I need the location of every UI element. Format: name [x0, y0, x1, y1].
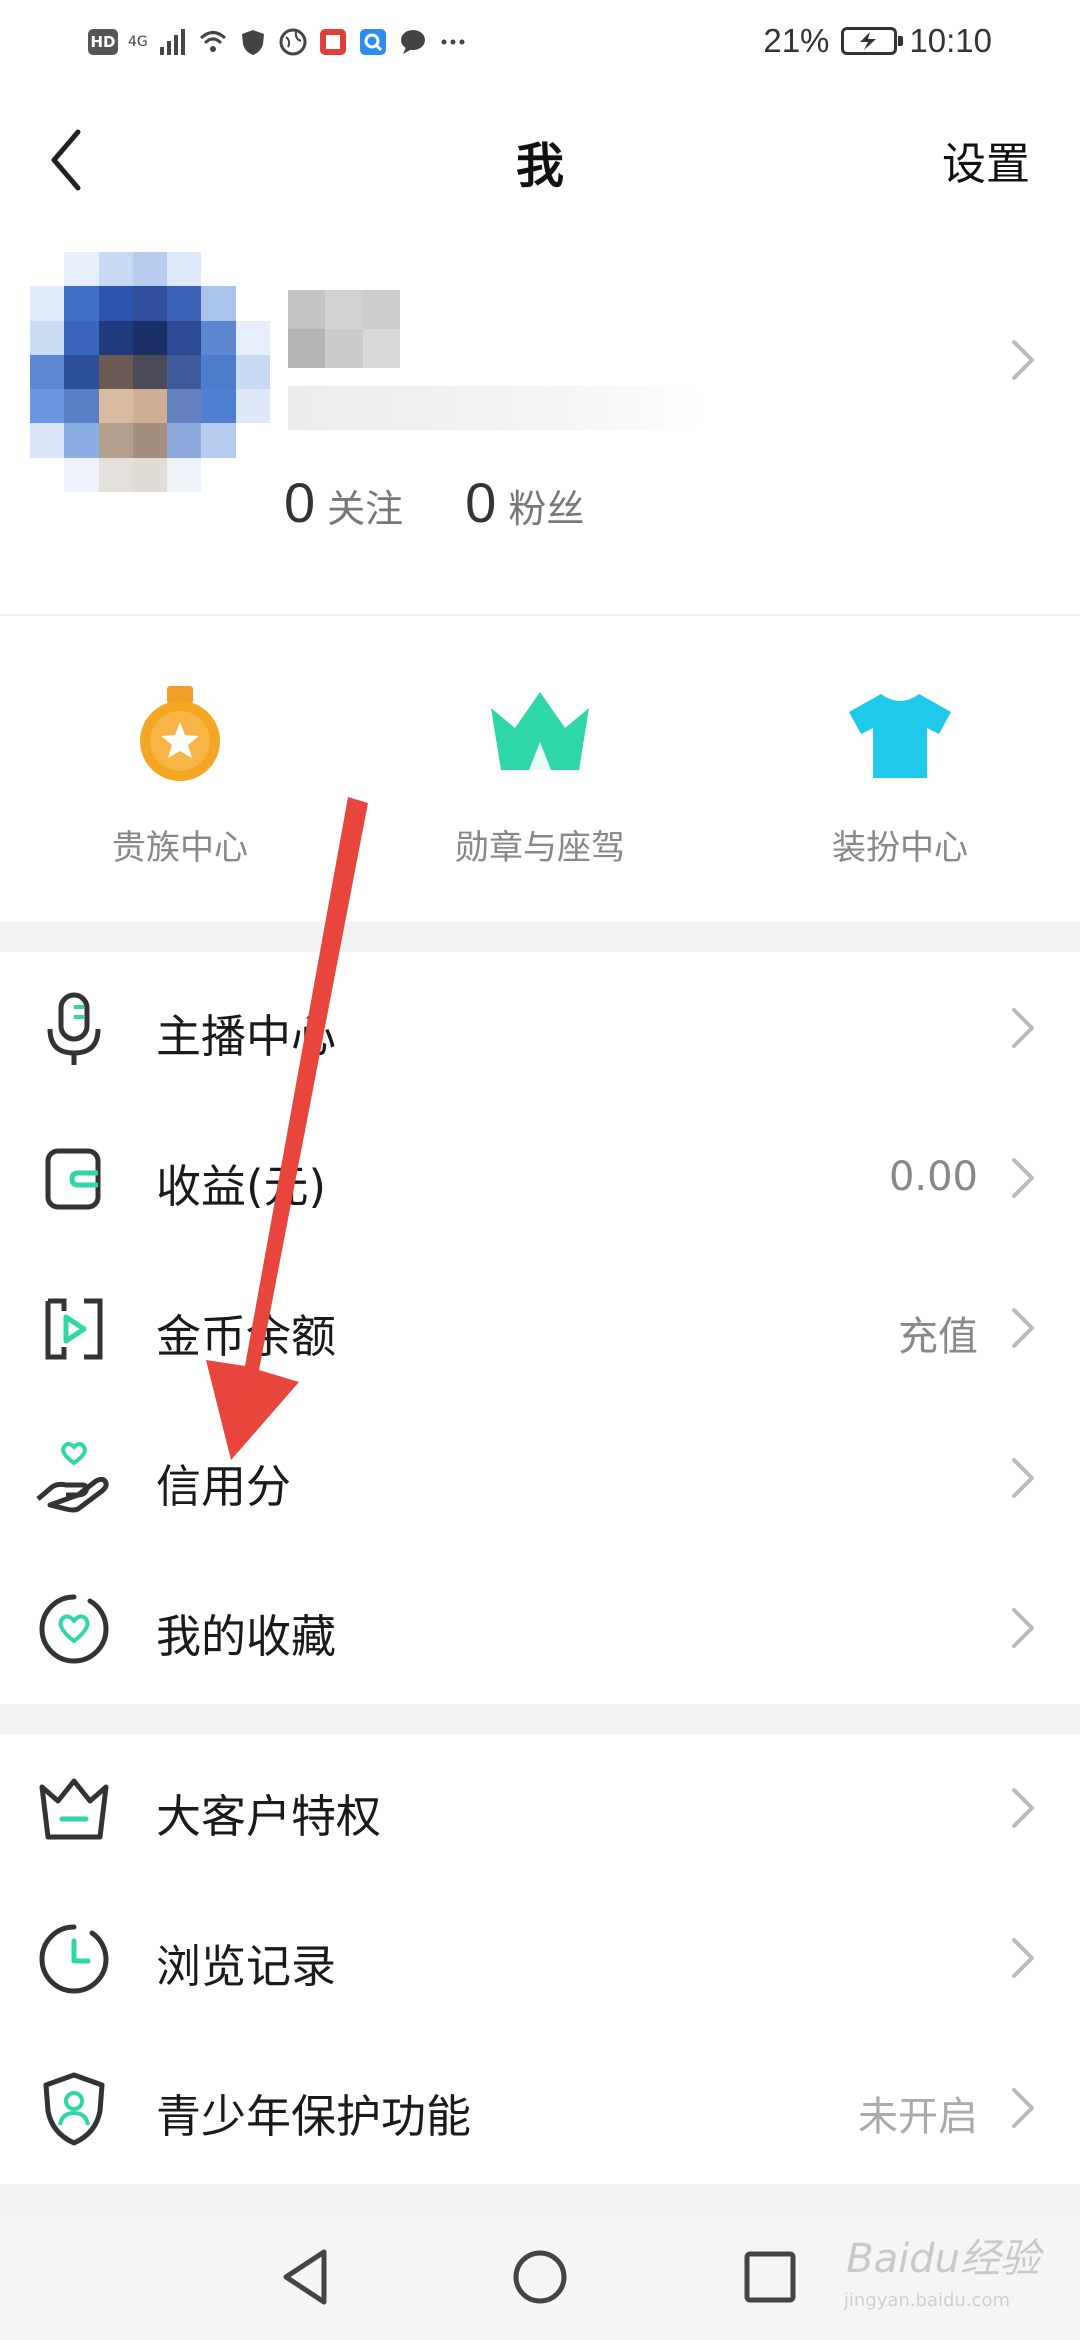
chevron-right-icon [1010, 1456, 1036, 1504]
menu-item-streamer-center[interactable]: 主播中心 [0, 954, 1080, 1104]
chevron-right-icon [1010, 1306, 1036, 1354]
profile-card[interactable]: 0 关注 0 粉丝 [0, 234, 1080, 614]
nav-home-icon[interactable] [505, 2242, 575, 2312]
quick-access-grid: 贵族中心 勋章与座驾 装扮中心 [0, 616, 1080, 922]
clock-icon [39, 1924, 109, 1994]
youth-protection-status: 未开启 [858, 2094, 978, 2140]
chevron-right-icon [1010, 1006, 1036, 1054]
quick-label: 贵族中心 [112, 828, 248, 868]
menu-item-vip-privileges[interactable]: 大客户特权 [0, 1734, 1080, 1884]
chevron-right-icon [1010, 1606, 1036, 1654]
menu-label: 我的收藏 [156, 1610, 337, 1663]
avatar[interactable] [30, 252, 270, 492]
signal-icon [159, 29, 185, 55]
following-stat[interactable]: 0 关注 [284, 470, 403, 535]
menu-label: 信用分 [156, 1460, 292, 1513]
quick-item-badges-rides[interactable]: 勋章与座驾 [390, 686, 690, 869]
wallet-icon [45, 1148, 101, 1210]
chevron-right-icon [1010, 2086, 1036, 2134]
quick-label: 勋章与座驾 [455, 828, 625, 868]
nav-back-icon[interactable] [272, 2242, 342, 2312]
vip-crown-icon [39, 1778, 109, 1840]
chevron-right-icon [1010, 338, 1036, 386]
section-separator [0, 922, 1080, 952]
hand-heart-icon [36, 1442, 109, 1513]
coin-balance-icon [45, 1298, 103, 1360]
chevron-right-icon [1010, 1936, 1036, 1984]
watermark-url: jingyan.baidu.com [843, 2290, 1010, 2311]
battery-percent: 21% [763, 22, 830, 59]
header: 我 设置 [0, 84, 1080, 234]
followers-stat[interactable]: 0 粉丝 [465, 470, 584, 535]
chat-bubble-icon [400, 30, 425, 54]
menu-item-my-favorites[interactable]: 我的收藏 [0, 1554, 1080, 1704]
menu-label: 收益(元) [156, 1160, 327, 1213]
menu-item-youth-protection[interactable]: 青少年保护功能 未开启 [0, 2034, 1080, 2184]
username-blurred [288, 290, 400, 368]
status-icons: HD 4G [88, 20, 468, 64]
quick-label: 装扮中心 [832, 828, 968, 868]
microphone-icon [47, 992, 101, 1065]
section-separator [0, 2184, 1080, 2214]
menu-item-earnings[interactable]: 收益(元) 0.00 [0, 1104, 1080, 1254]
menu-item-browsing-history[interactable]: 浏览记录 [0, 1884, 1080, 2034]
quick-item-noble-center[interactable]: 贵族中心 [30, 686, 330, 869]
globe-icon [279, 28, 307, 56]
menu-label: 主播中心 [156, 1010, 337, 1063]
tshirt-icon [849, 694, 951, 778]
clock-time: 10:10 [909, 22, 992, 59]
menu-label: 青少年保护功能 [156, 2090, 472, 2143]
shield-user-icon [43, 2072, 105, 2146]
more-dots-icon [441, 39, 465, 45]
shield-status-icon [241, 30, 264, 55]
wifi-icon [199, 31, 226, 52]
baidu-watermark: Baidu经验 [846, 2236, 1040, 2282]
menu-item-credit-score[interactable]: 信用分 [0, 1404, 1080, 1554]
menu-label: 大客户特权 [156, 1790, 382, 1843]
network-type: 4G [128, 34, 148, 50]
book-app-icon [319, 29, 346, 55]
crown-icon [491, 692, 589, 770]
chevron-right-icon [1010, 1786, 1036, 1834]
hd-badge: HD [88, 29, 118, 55]
status-bar: HD 4G 21% 10:10 [0, 0, 1080, 84]
nav-recents-icon[interactable] [735, 2242, 805, 2312]
page-title: 我 [515, 138, 564, 194]
menu-label: 浏览记录 [156, 1940, 337, 1993]
chevron-right-icon [1010, 1156, 1036, 1204]
settings-button[interactable]: 设置 [942, 128, 1030, 192]
favorite-heart-icon [39, 1594, 109, 1664]
quick-item-dress-up-center[interactable]: 装扮中心 [750, 686, 1050, 869]
section-separator [0, 1704, 1080, 1734]
profile-stats: 0 关注 0 粉丝 [284, 470, 584, 535]
recharge-link[interactable]: 充值 [898, 1304, 978, 1362]
medal-icon [140, 686, 220, 781]
status-right: 21% 10:10 [763, 18, 992, 64]
menu-label: 金币余额 [156, 1310, 337, 1363]
battery-icon [841, 27, 904, 55]
earnings-value: 0.00 [888, 1154, 978, 1200]
search-app-icon [359, 29, 386, 55]
menu-item-coin-balance[interactable]: 金币余额 充值 [0, 1254, 1080, 1404]
user-bio-blurred [288, 386, 708, 430]
